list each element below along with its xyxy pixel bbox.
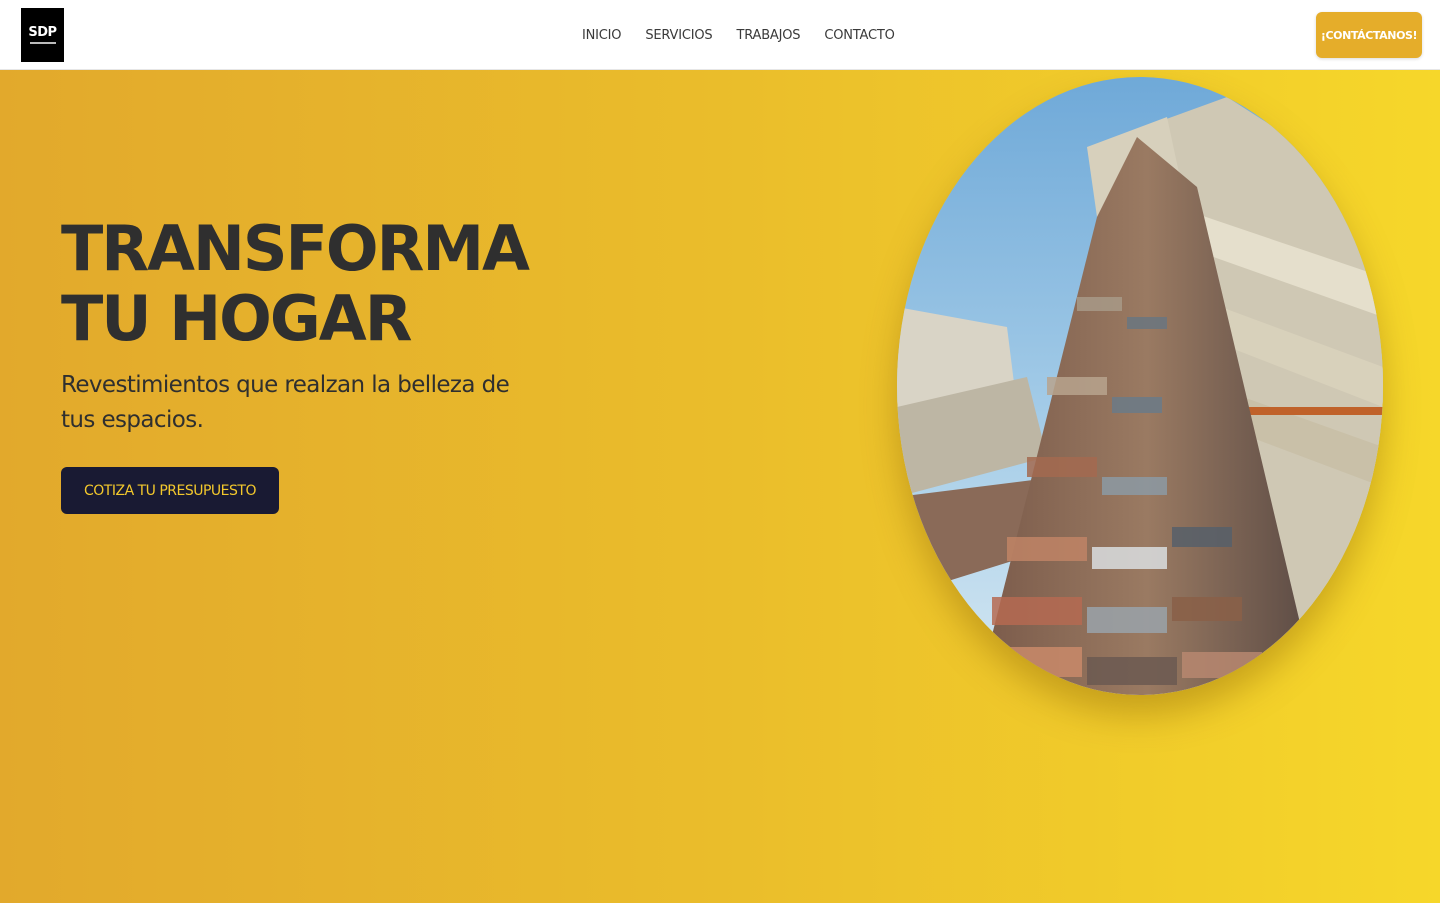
stone-building-illustration (897, 77, 1383, 695)
hero-section: TRANSFORMA TU HOGAR Revestimientos que r… (0, 70, 1440, 903)
main-nav: INICIO SERVICIOS TRABAJOS CONTACTO (570, 0, 907, 70)
nav-item-trabajos[interactable]: TRABAJOS (724, 28, 812, 43)
nav-item-contacto[interactable]: CONTACTO (812, 28, 906, 43)
contact-us-button[interactable]: ¡CONTÁCTANOS! (1316, 12, 1422, 58)
nav-item-inicio[interactable]: INICIO (570, 28, 633, 43)
hero-title: TRANSFORMA TU HOGAR (61, 212, 530, 355)
quote-button[interactable]: COTIZA TU PRESUPUESTO (61, 467, 279, 514)
logo-underline (29, 42, 56, 44)
hero-subtitle: Revestimientos que realzan la belleza de… (61, 372, 510, 433)
hero-building-image (897, 77, 1383, 695)
site-logo[interactable]: SDP (21, 8, 64, 62)
nav-item-servicios[interactable]: SERVICIOS (633, 28, 724, 43)
site-header: SDP INICIO SERVICIOS TRABAJOS CONTACTO ¡… (0, 0, 1440, 70)
logo-text: SDP (28, 25, 57, 40)
